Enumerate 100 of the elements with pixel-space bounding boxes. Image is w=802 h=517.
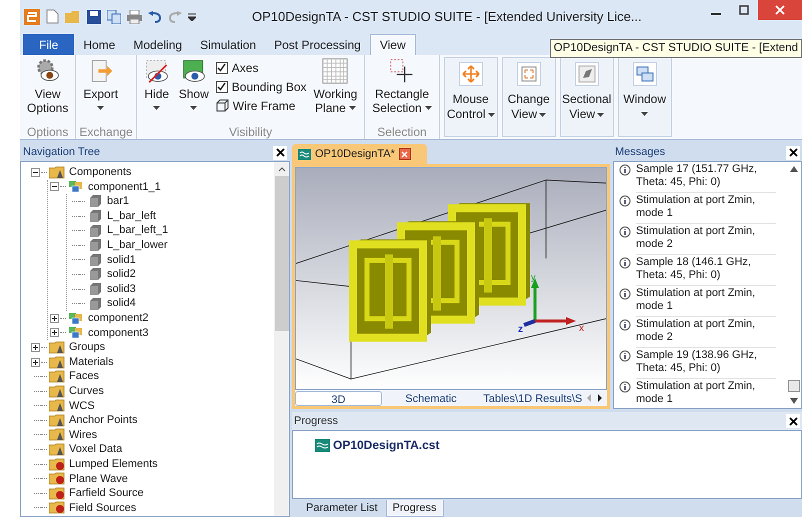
ribbon-tab[interactable]: Modeling xyxy=(124,34,192,55)
tree-item[interactable]: solid2 xyxy=(107,266,136,283)
new-file-icon[interactable] xyxy=(46,9,59,24)
tree-item[interactable]: Farfield Source xyxy=(69,485,144,502)
panel-tab[interactable]: Parameter List xyxy=(300,500,384,517)
editor-tab[interactable]: Schematic xyxy=(382,390,480,406)
tree-item[interactable]: Plane Wave xyxy=(69,470,128,488)
panel-tab[interactable]: Progress xyxy=(386,500,444,517)
tree-item[interactable]: Lumped Elements xyxy=(69,456,158,472)
tree-item[interactable]: L_bar_left xyxy=(107,208,156,224)
tree-item[interactable]: component3 xyxy=(88,324,149,342)
info-icon xyxy=(619,257,631,269)
tree-item[interactable]: L_bar_left_1 xyxy=(107,222,168,239)
tree-item[interactable]: Faces xyxy=(69,368,99,385)
tree-item[interactable]: L_bar_lower xyxy=(107,237,168,254)
message-text: Sample 19 (138.96 GHz, Theta: 45, Phi: 0) xyxy=(636,348,776,379)
tree-item[interactable]: Voxel Data xyxy=(69,441,122,458)
message-text: Stimulation at port Zmin, mode 1 xyxy=(636,193,776,224)
scroll-thumb[interactable] xyxy=(788,380,800,392)
axis-triad-drawing: y z x xyxy=(518,274,588,334)
cube-icon xyxy=(88,238,102,252)
collapse-toggle[interactable] xyxy=(30,168,40,177)
tree-item[interactable]: Curves xyxy=(69,382,104,400)
message-text: Stimulation at port Zmin, mode 1 xyxy=(636,379,776,408)
ribbon-panel-button[interactable]: Sectional View xyxy=(560,57,614,137)
info-icon xyxy=(619,226,631,238)
cst-file-icon xyxy=(315,438,330,452)
ribbon-button[interactable]: Show xyxy=(174,55,213,110)
editor-tab[interactable]: 3D xyxy=(295,390,382,406)
message-text: Stimulation at port Zmin, mode 1 xyxy=(636,286,776,317)
checkbox-option[interactable]: Bounding Box xyxy=(216,77,306,96)
eye-icon xyxy=(180,58,207,84)
ribbon-tab[interactable]: Home xyxy=(74,34,124,55)
close-button[interactable] xyxy=(273,146,287,160)
ribbon-tab[interactable]: Post Processing xyxy=(265,34,370,55)
expand-toggle[interactable] xyxy=(50,314,58,323)
tree-item[interactable]: component1_1 xyxy=(88,178,161,196)
customize-menu-icon[interactable] xyxy=(188,12,196,20)
tree-item[interactable]: Groups xyxy=(69,339,106,356)
info-icon xyxy=(619,288,631,300)
scroll-down-icon[interactable] xyxy=(790,398,798,404)
rectangle-selection-icon xyxy=(388,58,415,84)
ribbon-button[interactable]: Export xyxy=(79,55,122,110)
expand-toggle[interactable] xyxy=(50,328,58,338)
tree-item[interactable]: solid3 xyxy=(107,280,136,298)
document-tab[interactable]: OP10DesignTA* xyxy=(292,144,427,164)
file-tab[interactable]: File xyxy=(23,34,74,55)
wire-frame-button[interactable]: Wire Frame xyxy=(216,96,306,115)
message-text: Sample 18 (146.1 GHz, Theta: 45, Phi: 0) xyxy=(636,255,776,286)
print-icon[interactable] xyxy=(127,10,142,24)
plus-icon xyxy=(50,329,58,336)
component-icon xyxy=(68,180,84,194)
ribbon-button[interactable]: Working Plane xyxy=(310,55,362,115)
copy-icon[interactable] xyxy=(107,10,121,24)
expand-toggle[interactable] xyxy=(30,358,40,367)
info-icon xyxy=(619,381,631,393)
scroll-up-icon[interactable] xyxy=(790,166,798,172)
scroll-right-icon[interactable] xyxy=(596,394,604,402)
ribbon-tab[interactable]: Simulation xyxy=(191,34,266,55)
checkbox[interactable] xyxy=(216,80,228,92)
ribbon-tab[interactable]: View xyxy=(370,34,416,55)
scrollbar[interactable] xyxy=(274,162,289,516)
ribbon-panel-button[interactable]: Mouse Control xyxy=(444,57,498,137)
tree-item[interactable]: solid1 xyxy=(107,252,136,268)
tree-item[interactable]: Field Sources xyxy=(69,500,136,516)
tree-item[interactable]: Anchor Points xyxy=(69,412,138,429)
ribbon-button[interactable]: Rectangle Selection xyxy=(368,55,436,115)
close-window-button[interactable] xyxy=(758,0,802,20)
close-button[interactable] xyxy=(786,146,800,160)
collapse-toggle[interactable] xyxy=(50,182,58,192)
checkbox[interactable] xyxy=(216,62,228,74)
info-icon xyxy=(619,350,631,362)
editor-tab[interactable]: Tables\1D Results\S xyxy=(480,390,586,406)
tree-item[interactable]: Components xyxy=(69,164,132,181)
close-tab-icon[interactable] xyxy=(398,148,411,160)
close-button[interactable] xyxy=(786,414,800,428)
group-label: Selection xyxy=(376,124,428,139)
folder-icon xyxy=(49,399,65,412)
tree-item[interactable]: Materials xyxy=(69,354,114,370)
save-icon[interactable] xyxy=(87,10,101,24)
grid-icon xyxy=(322,58,348,84)
maximize-icon xyxy=(739,5,749,15)
ribbon-button[interactable]: Hide xyxy=(140,55,174,110)
tree-item[interactable]: component2 xyxy=(88,310,149,326)
tree-item[interactable]: WCS xyxy=(69,398,95,414)
caret-icon xyxy=(488,112,495,116)
minimize-icon xyxy=(711,13,721,15)
tree-item[interactable]: solid4 xyxy=(107,295,136,312)
folder-icon xyxy=(49,370,65,384)
folder-icon xyxy=(49,501,65,514)
checkbox-option[interactable]: Axes xyxy=(216,58,306,77)
tree-item[interactable]: bar1 xyxy=(107,193,130,210)
tree-item[interactable]: Wires xyxy=(69,426,98,444)
ribbon-panel-button[interactable]: Change View xyxy=(502,57,556,137)
expand-toggle[interactable] xyxy=(30,342,40,352)
undo-icon[interactable] xyxy=(148,10,162,22)
folder-icon xyxy=(49,384,65,398)
cube-icon xyxy=(88,296,102,311)
ribbon-button[interactable]: View Options xyxy=(23,55,72,115)
ribbon-panel-button[interactable]: Window xyxy=(618,57,672,137)
